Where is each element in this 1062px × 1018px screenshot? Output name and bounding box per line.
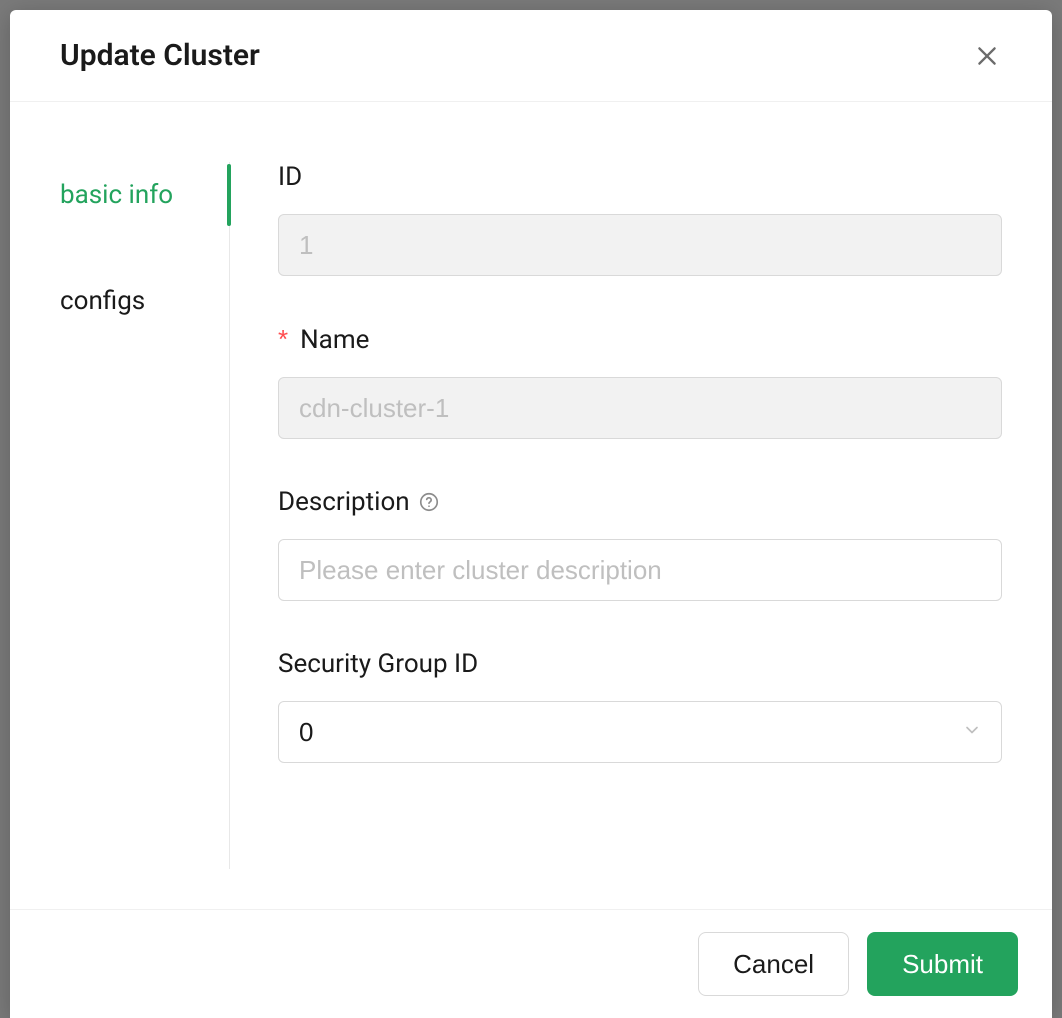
id-label: ID [278, 162, 1002, 192]
close-button[interactable] [970, 39, 1004, 73]
required-asterisk-icon: * [278, 324, 288, 355]
modal-body: basic info configs ID * Name Descriptio [10, 102, 1052, 909]
security-group-id-select-wrap: 0 [278, 701, 1002, 763]
help-icon[interactable] [418, 491, 440, 513]
modal-title: Update Cluster [60, 38, 260, 73]
submit-button[interactable]: Submit [867, 932, 1018, 996]
modal-header: Update Cluster [10, 10, 1052, 102]
name-input [278, 377, 1002, 439]
name-label: * Name [278, 324, 1002, 355]
description-label-text: Description [278, 487, 410, 517]
description-label: Description [278, 487, 1002, 517]
tab-configs[interactable]: configs [60, 268, 229, 334]
modal-footer: Cancel Submit [10, 909, 1052, 1018]
form: ID * Name Description [230, 162, 1002, 869]
name-label-text: Name [300, 325, 369, 355]
form-item-id: ID [278, 162, 1002, 276]
form-item-security-group-id: Security Group ID 0 [278, 649, 1002, 763]
form-item-name: * Name [278, 324, 1002, 439]
security-group-id-select[interactable]: 0 [278, 701, 1002, 763]
cancel-button[interactable]: Cancel [698, 932, 849, 996]
tab-label: configs [60, 286, 145, 316]
tabs: basic info configs [60, 162, 230, 869]
description-input[interactable] [278, 539, 1002, 601]
form-item-description: Description [278, 487, 1002, 601]
update-cluster-modal: Update Cluster basic info configs ID [10, 10, 1052, 1018]
tab-label: basic info [60, 180, 173, 210]
id-input [278, 214, 1002, 276]
security-group-id-label: Security Group ID [278, 649, 1002, 679]
close-icon [974, 57, 1000, 72]
tab-basic-info[interactable]: basic info [60, 162, 229, 228]
